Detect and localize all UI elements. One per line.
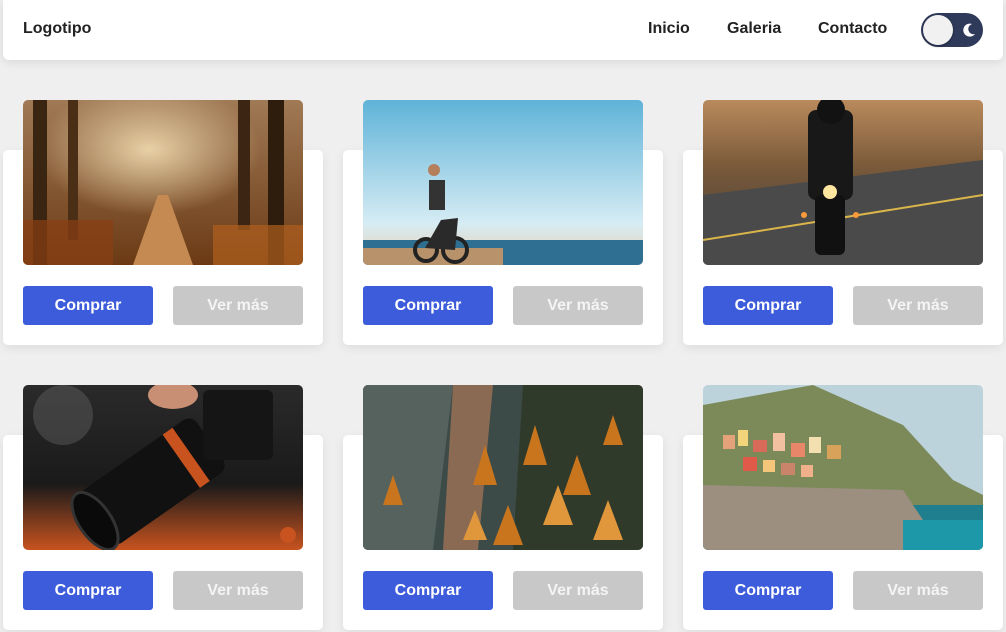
forest-path-image: [23, 100, 303, 265]
nav-link-galeria[interactable]: Galeria: [727, 20, 781, 38]
product-card: Comprar Ver más: [683, 385, 1003, 630]
see-more-button[interactable]: Ver más: [513, 571, 643, 610]
nav-link-inicio[interactable]: Inicio: [648, 20, 690, 38]
see-more-button[interactable]: Ver más: [513, 286, 643, 325]
product-card: Comprar Ver más: [3, 385, 323, 630]
product-card: Comprar Ver más: [683, 100, 1003, 345]
buy-button[interactable]: Comprar: [23, 286, 153, 325]
see-more-button[interactable]: Ver más: [853, 286, 983, 325]
motorcycle-road-image: [703, 100, 983, 265]
nav-link-contacto[interactable]: Contacto: [818, 20, 887, 38]
see-more-button[interactable]: Ver más: [173, 571, 303, 610]
buy-button[interactable]: Comprar: [703, 571, 833, 610]
product-card: Comprar Ver más: [343, 100, 663, 345]
navbar: Logotipo Inicio Galeria Contacto: [3, 0, 1003, 60]
buy-button[interactable]: Comprar: [363, 571, 493, 610]
see-more-button[interactable]: Ver más: [173, 286, 303, 325]
buy-button[interactable]: Comprar: [23, 571, 153, 610]
ebike-beach-image: [363, 100, 643, 265]
dark-mode-toggle[interactable]: [921, 13, 983, 47]
buy-button[interactable]: Comprar: [363, 286, 493, 325]
product-card: Comprar Ver más: [3, 100, 323, 345]
see-more-button[interactable]: Ver más: [853, 571, 983, 610]
toggle-knob: [923, 15, 953, 45]
buy-button[interactable]: Comprar: [703, 286, 833, 325]
autumn-cliff-image: [363, 385, 643, 550]
moon-icon: [963, 23, 975, 37]
logo[interactable]: Logotipo: [23, 20, 91, 38]
coastal-village-image: [703, 385, 983, 550]
product-card: Comprar Ver más: [343, 385, 663, 630]
camera-lens-image: [23, 385, 303, 550]
